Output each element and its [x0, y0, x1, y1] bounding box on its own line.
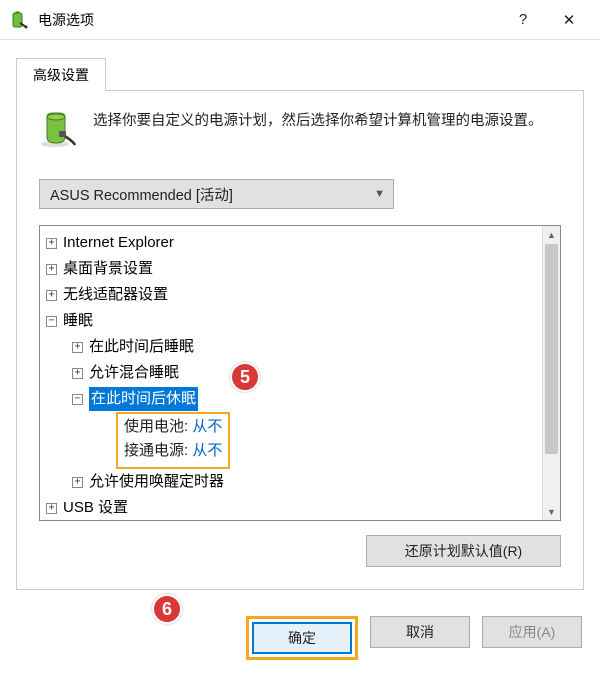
expand-icon[interactable]: +: [72, 477, 83, 488]
cancel-button[interactable]: 取消: [370, 616, 470, 648]
dialog-footer: 6 确定 取消 应用(A): [0, 602, 600, 678]
restore-defaults-button[interactable]: 还原计划默认值(R): [366, 535, 561, 567]
collapse-icon[interactable]: −: [46, 316, 57, 327]
expand-icon[interactable]: +: [72, 368, 83, 379]
close-button[interactable]: ✕: [546, 4, 592, 36]
tree-item-ie[interactable]: + Internet Explorer: [46, 230, 554, 256]
annotation-badge-6: 6: [152, 594, 182, 624]
settings-tree: + Internet Explorer + 桌面背景设置 + 无线适配器设置 −…: [40, 226, 560, 521]
tree-item-wake-timers[interactable]: + 允许使用唤醒定时器: [72, 469, 554, 495]
ok-button-highlight: 确定: [246, 616, 358, 660]
scroll-down-icon[interactable]: ▼: [543, 503, 560, 520]
tree-item-wireless[interactable]: + 无线适配器设置: [46, 282, 554, 308]
tab-panel: 选择你要自定义的电源计划，然后选择你希望计算机管理的电源设置。 ASUS Rec…: [16, 91, 584, 590]
hibernate-on-battery[interactable]: 使用电池: 从不: [124, 415, 222, 439]
annotation-badge-5: 5: [230, 362, 260, 392]
power-plan-selected: ASUS Recommended [活动]: [50, 184, 233, 205]
tree-item-sleep-after[interactable]: + 在此时间后睡眠: [72, 334, 554, 360]
help-button[interactable]: ?: [500, 4, 546, 36]
settings-tree-container: + Internet Explorer + 桌面背景设置 + 无线适配器设置 −…: [39, 225, 561, 521]
tab-strip: 高级设置: [16, 58, 584, 91]
hibernate-plugged-in[interactable]: 接通电源: 从不: [124, 439, 222, 463]
tree-item-hybrid-sleep[interactable]: + 允许混合睡眠: [72, 360, 554, 386]
hibernate-values-highlight: 使用电池: 从不 接通电源: 从不: [116, 412, 230, 469]
expand-icon[interactable]: +: [46, 290, 57, 301]
chevron-down-icon: ▼: [374, 188, 385, 200]
collapse-icon[interactable]: −: [72, 394, 83, 405]
ok-button[interactable]: 确定: [252, 622, 352, 654]
titlebar: 电源选项 ? ✕: [0, 0, 600, 40]
scroll-up-icon[interactable]: ▲: [543, 226, 560, 243]
scroll-thumb[interactable]: [545, 244, 558, 454]
power-plan-dropdown[interactable]: ASUS Recommended [活动] ▼: [39, 179, 394, 209]
expand-icon[interactable]: +: [46, 264, 57, 275]
tab-advanced-settings[interactable]: 高级设置: [16, 58, 106, 91]
tree-scrollbar[interactable]: ▲ ▼: [542, 226, 560, 520]
window-title: 电源选项: [38, 10, 500, 30]
expand-icon[interactable]: +: [46, 238, 57, 249]
power-options-icon: [10, 11, 28, 29]
intro-row: 选择你要自定义的电源计划，然后选择你希望计算机管理的电源设置。: [39, 109, 561, 149]
expand-icon[interactable]: +: [46, 503, 57, 514]
expand-icon[interactable]: +: [72, 342, 83, 353]
intro-text: 选择你要自定义的电源计划，然后选择你希望计算机管理的电源设置。: [93, 109, 543, 149]
tree-item-hibernate-after[interactable]: − 在此时间后休眠 5: [72, 386, 554, 412]
tree-item-desktop-bg[interactable]: + 桌面背景设置: [46, 256, 554, 282]
tree-item-sleep[interactable]: − 睡眠: [46, 308, 554, 334]
apply-button[interactable]: 应用(A): [482, 616, 582, 648]
battery-plug-icon: [39, 109, 79, 149]
tree-item-usb[interactable]: + USB 设置: [46, 495, 554, 521]
